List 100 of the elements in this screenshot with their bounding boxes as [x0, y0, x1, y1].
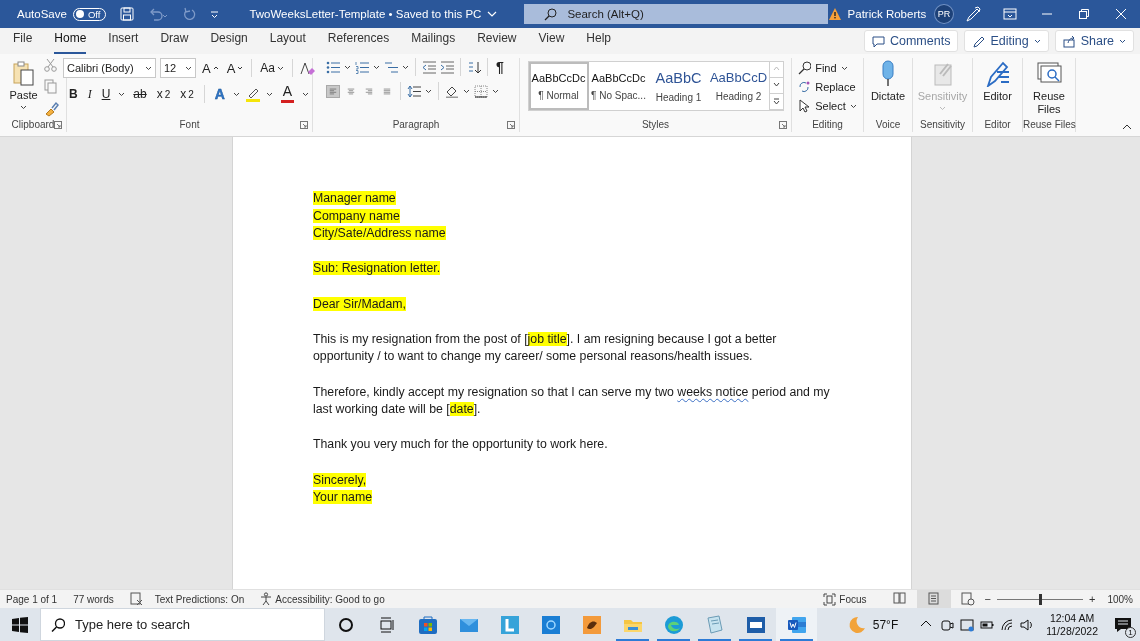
dialog-launcher-icon[interactable] — [54, 121, 62, 129]
accessibility-status[interactable]: Accessibility: Good to go — [260, 592, 385, 606]
caret-icon[interactable] — [277, 65, 284, 71]
dialog-launcher-icon[interactable] — [507, 121, 515, 129]
line-spacing-icon[interactable] — [407, 84, 422, 98]
caret-icon[interactable] — [344, 64, 352, 70]
warning-icon[interactable] — [827, 7, 842, 21]
read-mode-icon[interactable] — [892, 592, 907, 606]
close-icon[interactable] — [1116, 9, 1127, 19]
user-name[interactable]: Patrick Roberts — [847, 8, 927, 20]
print-layout-icon[interactable] — [926, 592, 941, 606]
bold-button[interactable]: B — [67, 86, 80, 102]
replace-button[interactable]: Replace — [796, 79, 859, 95]
borders-icon[interactable] — [474, 84, 489, 98]
share-button[interactable]: Share — [1054, 30, 1134, 52]
find-button[interactable]: Find — [796, 60, 859, 76]
page-count[interactable]: Page 1 of 1 — [6, 593, 58, 605]
format-painter-icon[interactable] — [43, 101, 59, 117]
caret-icon[interactable] — [463, 88, 471, 94]
caret-icon[interactable] — [402, 64, 410, 70]
chevron-icon[interactable] — [487, 10, 498, 18]
paste-button[interactable]: Paste — [7, 58, 40, 112]
ribbon-tab[interactable]: Mailings — [402, 28, 465, 54]
grow-font-button[interactable]: A — [200, 59, 221, 77]
highlighter-icon[interactable] — [245, 86, 260, 102]
save-icon[interactable] — [120, 7, 135, 21]
caret-icon[interactable] — [232, 91, 240, 97]
editing-button[interactable]: Editing — [964, 30, 1049, 52]
decrease-indent-icon[interactable] — [422, 60, 437, 74]
sort-icon[interactable] — [467, 60, 482, 74]
taskbar-search-field[interactable]: Type here to search — [40, 608, 325, 641]
italic-button[interactable]: I — [85, 85, 94, 103]
dialog-launcher-icon[interactable] — [779, 121, 787, 129]
reuse-files-button[interactable]: Reuse Files — [1027, 58, 1071, 118]
align-left-icon[interactable] — [326, 84, 341, 98]
style-option[interactable]: AaBbCcDc ¶ Normal — [528, 62, 589, 110]
underline-button[interactable]: U — [99, 86, 113, 102]
display-icon[interactable] — [960, 617, 975, 632]
clock[interactable]: 12:04 AM 11/28/2022 — [1038, 608, 1106, 641]
caret-icon[interactable] — [849, 103, 857, 109]
multilevel-list-icon[interactable] — [384, 60, 399, 74]
ribbon-tab[interactable]: File — [4, 28, 42, 54]
caret-icon[interactable] — [840, 65, 848, 71]
cortana-circle-icon[interactable] — [337, 616, 354, 633]
weather-widget[interactable]: 57°F — [840, 608, 903, 641]
ribbon-tab[interactable]: Help — [577, 28, 620, 54]
user-avatar[interactable]: PR — [934, 4, 954, 24]
windows-start-icon[interactable] — [12, 616, 28, 633]
web-layout-icon[interactable] — [960, 592, 975, 606]
ribbon-tab[interactable]: Insert — [99, 28, 148, 54]
redo-icon[interactable] — [182, 7, 197, 21]
caret-icon[interactable] — [20, 105, 27, 110]
dictate-button[interactable]: Dictate — [868, 58, 908, 105]
text-effects-button[interactable]: A — [212, 86, 227, 102]
word-count[interactable]: 77 words — [73, 593, 114, 605]
focus-button[interactable]: Focus — [823, 592, 867, 606]
taskbar-button[interactable] — [776, 608, 817, 641]
ribbon-tab[interactable]: Review — [468, 28, 526, 54]
clear-formatting-icon[interactable] — [299, 60, 316, 76]
ribbon-tab[interactable]: Layout — [260, 28, 315, 54]
caret-icon[interactable] — [1119, 38, 1126, 44]
caret-icon[interactable] — [265, 91, 273, 97]
task-view-icon[interactable] — [378, 616, 395, 633]
volume-icon[interactable] — [1020, 617, 1035, 632]
text-predictions[interactable]: Text Predictions: On — [154, 593, 245, 605]
ribbon-tab[interactable]: Design — [201, 28, 257, 54]
select-button[interactable]: Select — [796, 98, 859, 114]
ribbon-display-icon[interactable] — [1002, 8, 1017, 20]
undo-icon[interactable] — [148, 7, 169, 21]
caret-icon[interactable] — [185, 65, 192, 71]
caret-icon[interactable] — [373, 64, 381, 70]
dialog-launcher-icon[interactable] — [300, 121, 308, 129]
zoom-level[interactable]: 100% — [1107, 593, 1133, 605]
zoom-in-button[interactable]: + — [1089, 593, 1096, 605]
editor-button[interactable]: Editor — [981, 58, 1014, 105]
comments-button[interactable]: Comments — [863, 30, 959, 52]
bullets-icon[interactable] — [326, 60, 341, 74]
shrink-font-button[interactable]: A — [224, 59, 246, 77]
caret-icon[interactable] — [425, 88, 433, 94]
change-case-button[interactable]: Aa — [258, 60, 286, 76]
font-size-field[interactable]: 12 — [160, 58, 196, 78]
zoom-out-button[interactable]: − — [984, 593, 991, 605]
customize-icon[interactable] — [210, 9, 220, 19]
ribbon-tab[interactable]: Draw — [151, 28, 198, 54]
show-marks-button[interactable]: ¶ — [494, 58, 506, 76]
collapse-ribbon-icon[interactable] — [1122, 124, 1132, 130]
document-title[interactable]: TwoWeeksLetter-Template • Saved to this PC — [249, 8, 498, 20]
caret-icon[interactable] — [301, 91, 309, 97]
caret-icon[interactable] — [492, 88, 500, 94]
pen-icon[interactable] — [963, 5, 981, 23]
shading-icon[interactable] — [445, 84, 460, 98]
search-field[interactable]: Search (Alt+Q) — [524, 4, 828, 24]
ribbon-tab[interactable]: References — [318, 28, 399, 54]
caret-icon[interactable] — [118, 91, 126, 97]
font-color-button[interactable]: A — [278, 84, 296, 104]
ribbon-tab[interactable]: View — [529, 28, 574, 54]
strikethrough-button[interactable]: ab — [131, 86, 149, 102]
caret-icon[interactable] — [145, 65, 152, 71]
caret-icon[interactable] — [1033, 38, 1041, 44]
restore-icon[interactable] — [1079, 9, 1090, 19]
